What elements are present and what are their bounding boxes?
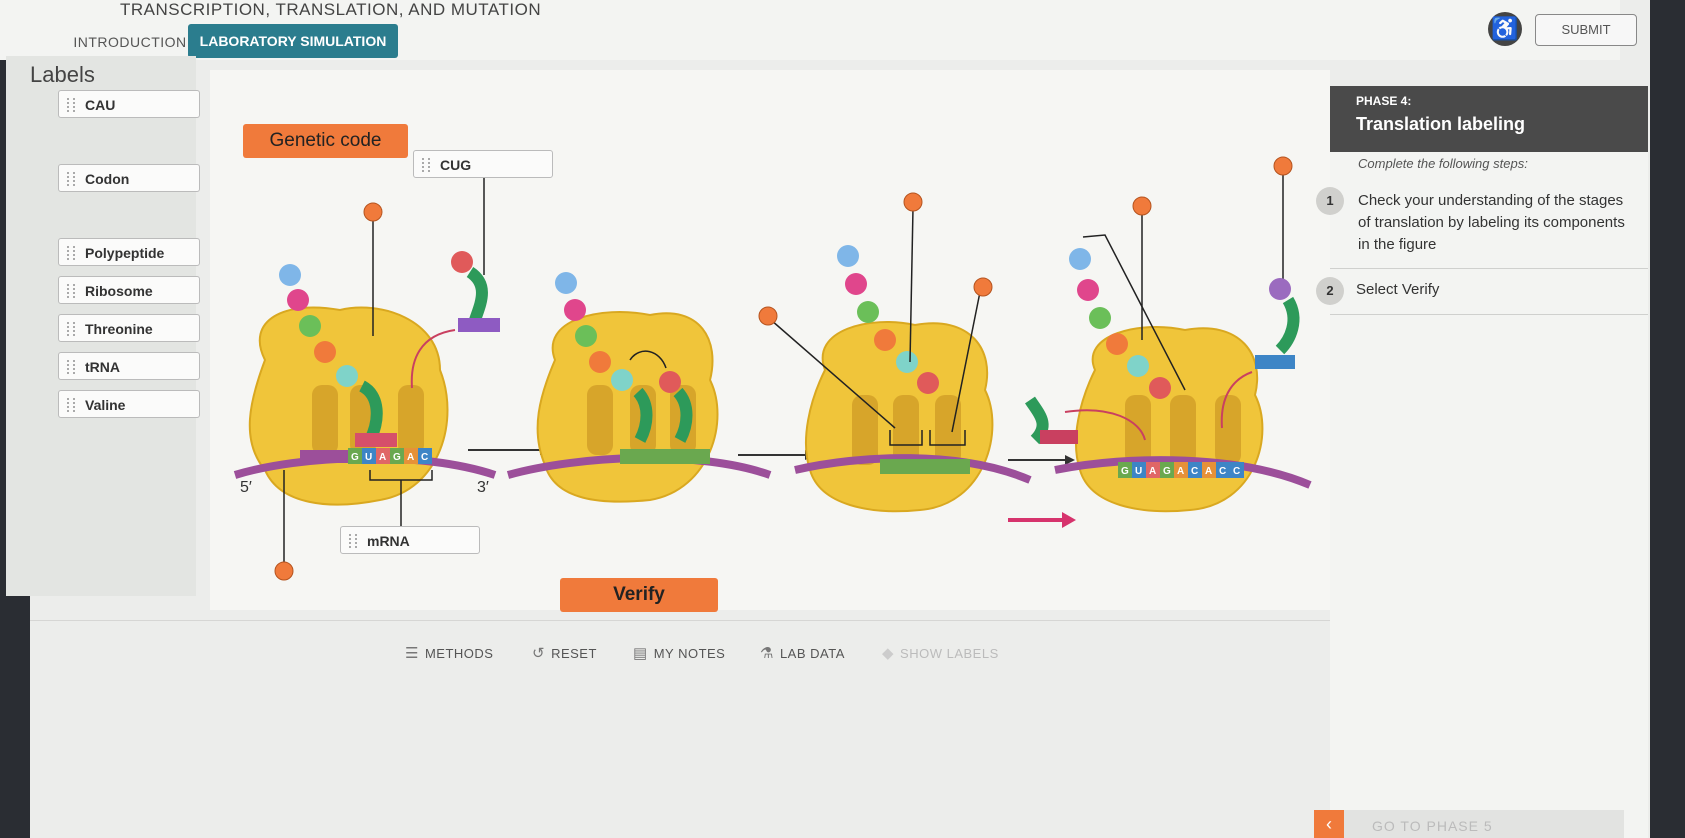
chevron-left-icon[interactable]: ‹ — [1314, 810, 1344, 838]
five-prime-label: 5′ — [240, 479, 252, 496]
base-text: G — [351, 452, 359, 463]
base-text: U — [365, 452, 372, 463]
ribosome-4 — [1074, 326, 1264, 513]
base-text: A — [407, 452, 414, 463]
amino-acid-incoming-4 — [1269, 278, 1291, 300]
base-text: G — [1121, 466, 1129, 477]
base-text: G — [1163, 466, 1171, 477]
codon-bases-3 — [880, 459, 970, 474]
anticodon-incoming-4 — [1255, 355, 1295, 369]
step-number: 1 — [1316, 187, 1344, 215]
label-target[interactable] — [274, 561, 294, 581]
three-prime-label: 3′ — [477, 479, 489, 496]
my-notes-button[interactable]: ▤ MY NOTES — [633, 644, 725, 662]
placed-label-mrna[interactable]: mRNA — [340, 526, 480, 554]
lab-data-button[interactable]: ⚗ LAB DATA — [760, 644, 845, 662]
codon-bases-2 — [620, 449, 710, 464]
step-text: Check your understanding of the stages o… — [1358, 192, 1625, 253]
methods-button[interactable]: ☰ METHODS — [405, 644, 493, 662]
anticodon-incoming — [458, 318, 500, 332]
base-text: C — [1219, 466, 1226, 477]
label-target[interactable] — [758, 306, 778, 326]
notes-icon: ▤ — [633, 645, 648, 662]
label-target[interactable] — [903, 192, 923, 212]
step-text: Select Verify — [1356, 281, 1440, 298]
amino-acid-incoming — [451, 251, 473, 273]
ribosome-1 — [248, 306, 449, 506]
base-text: A — [1149, 466, 1156, 477]
base-text: A — [1177, 466, 1184, 477]
phase-number: PHASE 4: — [1356, 94, 1412, 108]
go-to-phase-button[interactable]: GO TO PHASE 5 — [1372, 818, 1493, 834]
steps-intro: Complete the following steps: — [1358, 156, 1528, 171]
methods-icon: ☰ — [405, 645, 419, 662]
label-target[interactable] — [363, 202, 383, 222]
trna-incoming-4 — [1275, 296, 1300, 355]
phase-title: Translation labeling — [1356, 114, 1526, 134]
drag-handle-icon — [349, 534, 357, 548]
base-text: A — [379, 452, 386, 463]
anticodon-exiting — [1040, 430, 1078, 444]
reset-button[interactable]: ↺ RESET — [532, 644, 597, 662]
base-text: A — [1205, 466, 1212, 477]
base-text: G — [393, 452, 401, 463]
genetic-code-button[interactable]: Genetic code — [243, 124, 408, 158]
verify-button[interactable]: Verify — [560, 578, 718, 612]
base-text: C — [421, 452, 428, 463]
placed-label-cug[interactable]: CUG — [413, 150, 553, 178]
base-text: U — [1135, 466, 1142, 477]
base-text: C — [1233, 466, 1240, 477]
base-text: C — [1191, 466, 1198, 477]
show-labels-button[interactable]: ◆ SHOW LABELS — [882, 644, 999, 662]
trna-incoming — [466, 266, 488, 322]
anticodon-1 — [355, 433, 397, 447]
flask-icon: ⚗ — [760, 645, 774, 662]
label-target[interactable] — [973, 277, 993, 297]
tag-icon: ◆ — [882, 645, 895, 662]
step-number: 2 — [1316, 277, 1344, 305]
drag-handle-icon — [422, 158, 430, 172]
reset-icon: ↺ — [532, 645, 546, 662]
label-target[interactable] — [1273, 156, 1293, 176]
label-target[interactable] — [1132, 196, 1152, 216]
ribosome-3 — [804, 321, 994, 513]
